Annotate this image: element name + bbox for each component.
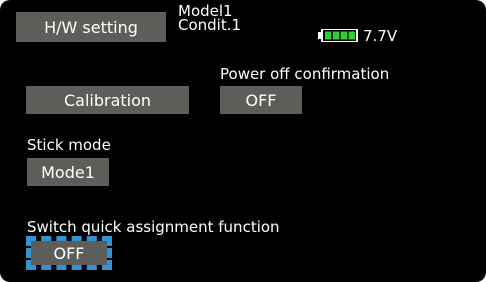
battery-voltage: 7.7V	[363, 27, 398, 45]
stick-mode-label: Stick mode	[27, 136, 111, 154]
power-off-confirmation-button[interactable]: OFF	[220, 86, 302, 114]
battery-segment	[325, 31, 332, 40]
battery-icon	[318, 29, 358, 42]
model-info: Model1 Condit.1	[178, 4, 242, 34]
power-off-confirmation-label: Power off confirmation	[220, 65, 390, 83]
hw-setting-screen: H/W setting Model1 Condit.1 7.7V Calibra…	[0, 0, 486, 282]
selection-focus-frame	[26, 236, 112, 270]
stick-mode-button[interactable]: Mode1	[27, 158, 109, 186]
condition-name: Condit.1	[178, 16, 242, 34]
battery-segment	[332, 31, 340, 40]
battery-segment	[340, 31, 348, 40]
hw-setting-title-button[interactable]: H/W setting	[16, 12, 166, 42]
switch-quick-assignment-label: Switch quick assignment function	[27, 218, 280, 236]
battery-level-bars	[325, 31, 355, 40]
battery-segment	[348, 31, 355, 40]
calibration-button[interactable]: Calibration	[26, 86, 189, 114]
